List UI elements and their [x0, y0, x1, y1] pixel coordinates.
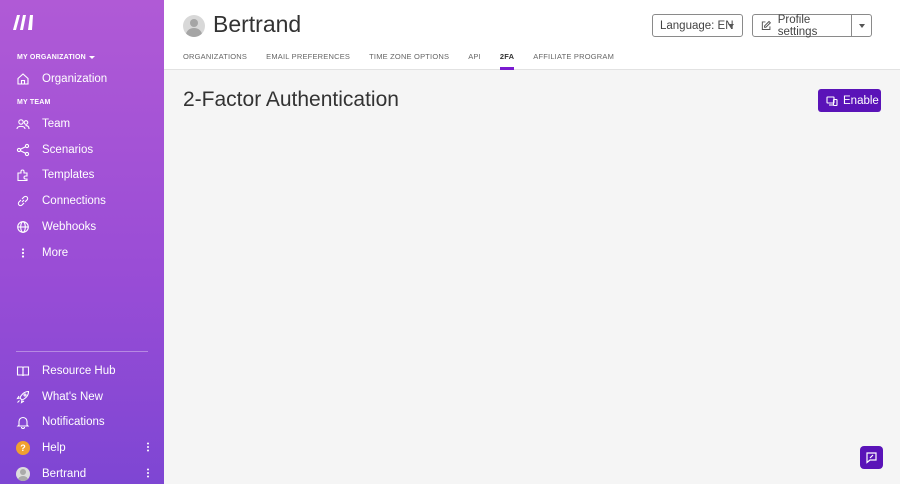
puzzle-icon [16, 168, 30, 182]
sidebar: MY ORGANIZATION Organization MY TEAM Tea… [0, 0, 164, 484]
sidebar-item-label: What's New [42, 391, 103, 403]
chat-button[interactable] [860, 446, 883, 469]
tab-api[interactable]: API [468, 52, 481, 70]
sidebar-item-resource-hub[interactable]: Resource Hub [0, 359, 164, 383]
profile-settings-label: Profile settings [777, 13, 818, 38]
tab-organizations[interactable]: ORGANIZATIONS [183, 52, 247, 70]
sidebar-item-more[interactable]: More [0, 241, 164, 265]
language-button-label: Language: EN [660, 19, 734, 32]
my-team-label: MY TEAM [17, 99, 51, 106]
devices-icon [826, 95, 838, 106]
avatar-icon [16, 467, 30, 481]
sidebar-item-label: Organization [42, 73, 108, 85]
share-icon [16, 143, 30, 157]
enable-button[interactable]: Enable [818, 89, 881, 112]
sidebar-item-templates[interactable]: Templates [0, 163, 164, 187]
home-icon [16, 72, 30, 86]
help-icon: ? [16, 441, 30, 455]
sidebar-item-webhooks[interactable]: Webhooks [0, 215, 164, 239]
sidebar-item-label: Connections [42, 195, 106, 207]
chevron-down-icon [859, 24, 865, 28]
rocket-icon [16, 390, 30, 404]
link-icon [16, 194, 30, 208]
tab-time-zone-options[interactable]: TIME ZONE OPTIONS [369, 52, 449, 70]
sidebar-item-scenarios[interactable]: Scenarios [0, 138, 164, 162]
tab-affiliate-program[interactable]: AFFILIATE PROGRAM [533, 52, 614, 70]
chevron-down-icon [728, 24, 734, 28]
sidebar-item-notifications[interactable]: Notifications [0, 410, 164, 434]
sidebar-item-label: Bertrand [42, 468, 87, 480]
sidebar-item-whats-new[interactable]: What's New [0, 385, 164, 409]
main-content: Bertrand Language: EN Profile settings O… [164, 0, 900, 484]
sidebar-item-label: Webhooks [42, 221, 97, 233]
profile-header: Bertrand Language: EN Profile settings O… [164, 0, 900, 70]
tab-email-preferences[interactable]: EMAIL PREFERENCES [266, 52, 350, 70]
sidebar-item-label: More [42, 247, 69, 259]
sidebar-item-label: Scenarios [42, 144, 94, 156]
chevron-down-icon [88, 55, 95, 59]
avatar [183, 15, 205, 37]
page-title: 2-Factor Authentication [183, 88, 399, 111]
globe-icon [16, 220, 30, 234]
sidebar-item-label: Templates [42, 169, 95, 181]
edit-icon [761, 20, 772, 30]
sidebar-item-label: Resource Hub [42, 365, 116, 377]
sidebar-divider [16, 351, 148, 352]
more-vertical-icon [16, 246, 30, 260]
sidebar-item-label: Help [42, 442, 66, 454]
book-icon [16, 364, 30, 378]
sidebar-item-organization[interactable]: Organization [0, 67, 164, 91]
users-icon [16, 117, 30, 131]
more-vertical-icon[interactable] [146, 442, 150, 454]
language-button[interactable]: Language: EN [652, 14, 743, 37]
make-logo-icon[interactable] [12, 13, 36, 31]
sidebar-item-label: Team [42, 118, 71, 130]
sidebar-item-help[interactable]: ? Help [0, 436, 164, 460]
bell-icon [16, 415, 30, 429]
profile-settings-button[interactable]: Profile settings [752, 13, 852, 38]
sidebar-item-team[interactable]: Team [0, 112, 164, 136]
sidebar-item-user[interactable]: Bertrand [0, 462, 164, 484]
chat-icon [866, 452, 877, 464]
tab-2fa[interactable]: 2FA [499, 52, 515, 70]
enable-button-label: Enable [843, 94, 879, 107]
my-organization-label[interactable]: MY ORGANIZATION [17, 54, 95, 61]
sidebar-item-connections[interactable]: Connections [0, 189, 164, 213]
sidebar-item-label: Notifications [42, 416, 105, 428]
profile-settings-dropdown[interactable] [851, 14, 872, 37]
profile-tabs: ORGANIZATIONS EMAIL PREFERENCES TIME ZON… [183, 52, 633, 70]
page-user-name: Bertrand [213, 11, 302, 37]
more-vertical-icon[interactable] [146, 468, 150, 480]
